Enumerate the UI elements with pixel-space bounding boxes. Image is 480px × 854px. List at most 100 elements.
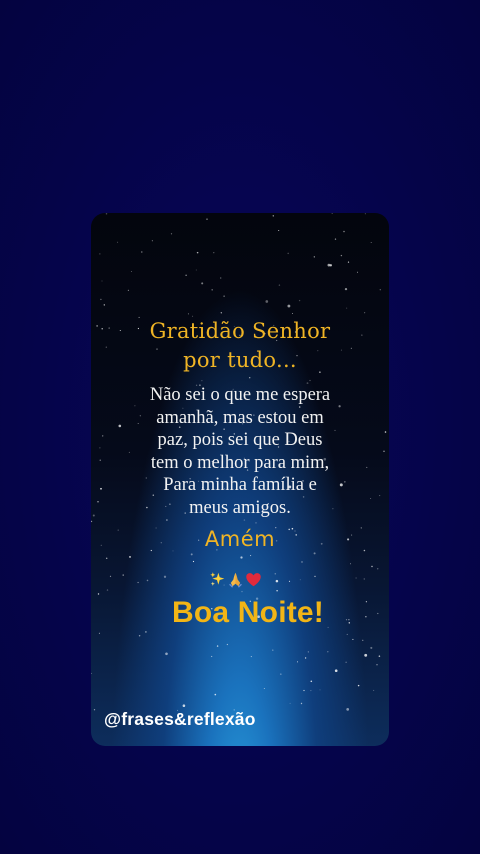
star-dot [206, 218, 208, 220]
app-screen: Gratidão Senhor por tudo... Não sei o qu… [0, 0, 480, 854]
star-dot [97, 593, 100, 595]
star-dot [106, 589, 109, 591]
amen-text: Amém [204, 527, 276, 551]
star-dot [346, 633, 348, 635]
star-dot [327, 651, 329, 653]
prayer-line: meus amigos. [189, 497, 291, 518]
star-dot [265, 300, 269, 303]
prayer-text: Não sei o que me espera amanhã, mas esto… [91, 384, 389, 519]
card-title-line: por tudo... [183, 348, 297, 372]
star-dot [138, 634, 141, 637]
star-dot [313, 256, 315, 258]
star-dot [101, 280, 103, 282]
star-dot [248, 376, 251, 379]
star-dot [185, 274, 187, 276]
star-dot [196, 251, 199, 254]
star-dot [340, 254, 343, 257]
star-dot [301, 561, 303, 563]
star-dot [334, 669, 338, 673]
star-dot [211, 655, 213, 658]
star-dot [364, 653, 368, 657]
card-title-line: Gratidão Senhor [149, 319, 331, 343]
good-night-greeting: Boa Noite! [172, 596, 324, 629]
star-dot [347, 261, 350, 263]
star-dot [220, 312, 222, 314]
star-dot [240, 556, 243, 559]
star-dot [309, 379, 311, 382]
star-dot [137, 581, 139, 584]
star-dot [310, 680, 313, 683]
star-dot [310, 690, 312, 692]
star-dot [350, 563, 351, 565]
star-dot [214, 693, 217, 696]
star-dot [141, 251, 143, 253]
author-handle[interactable]: @frases&reflexão [104, 709, 256, 730]
star-dot [182, 704, 186, 707]
star-dot [378, 655, 381, 657]
star-dot [307, 651, 309, 653]
star-dot [292, 313, 293, 314]
prayer-line: Para minha família e [163, 475, 317, 495]
sparkles-icon [210, 571, 225, 586]
star-dot [272, 649, 274, 651]
star-dot [298, 299, 301, 302]
star-dot [213, 252, 215, 254]
star-dot [91, 215, 93, 217]
star-dot [263, 688, 265, 689]
praying-hands-icon [229, 572, 242, 588]
star-dot [344, 287, 348, 291]
star-dot [379, 289, 381, 291]
prayer-line: amanhã, mas estou em [156, 407, 324, 428]
red-heart-icon [246, 572, 261, 586]
star-dot [363, 578, 366, 580]
star-dot [109, 575, 112, 577]
star-dot [299, 579, 301, 581]
star-dot [364, 312, 366, 314]
star-dot [192, 560, 195, 563]
star-dot [163, 575, 167, 578]
star-dot [122, 574, 124, 576]
star-dot [346, 708, 350, 711]
star-dot [329, 264, 332, 267]
star-dot [319, 689, 321, 691]
star-dot [276, 590, 278, 592]
star-dot [170, 233, 173, 235]
star-dot [241, 590, 243, 593]
emoji-row [209, 570, 262, 588]
star-dot [300, 702, 303, 705]
star-dot [278, 284, 281, 286]
star-dot [105, 557, 108, 560]
star-dot [280, 673, 282, 675]
star-dot [370, 646, 373, 649]
star-dot [91, 672, 92, 674]
star-dot [216, 645, 219, 647]
star-dot [226, 643, 229, 646]
star-dot [129, 555, 131, 558]
star-dot [346, 307, 348, 309]
star-dot [334, 238, 337, 240]
quote-card[interactable]: Gratidão Senhor por tudo... Não sei o qu… [91, 213, 389, 746]
star-dot [274, 573, 277, 575]
star-dot [117, 241, 119, 243]
star-dot [151, 240, 153, 242]
star-dot [91, 520, 93, 523]
star-dot [127, 289, 130, 292]
star-dot [103, 304, 105, 306]
star-dot [220, 277, 222, 279]
star-dot [313, 552, 316, 555]
star-dot [223, 295, 225, 297]
star-dot [370, 241, 372, 244]
star-dot [364, 213, 366, 215]
star-dot [98, 632, 100, 634]
star-dot [250, 555, 252, 557]
prayer-line: Não sei o que me espera [149, 385, 331, 405]
star-dot [250, 656, 252, 658]
star-dot [362, 639, 364, 641]
star-dot [255, 522, 257, 524]
star-dot [190, 553, 193, 556]
star-dot [211, 289, 213, 291]
star-dot [130, 271, 132, 272]
star-dot [201, 380, 203, 382]
star-dot [278, 229, 280, 232]
star-dot [373, 689, 375, 691]
